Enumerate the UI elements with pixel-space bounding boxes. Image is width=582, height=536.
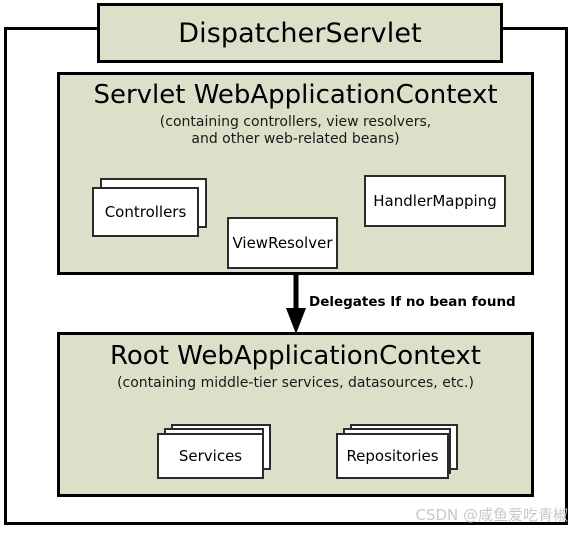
view-resolver-bean-box: ViewResolver (227, 217, 338, 269)
delegation-arrow-label: Delegates If no bean found (309, 294, 516, 310)
handler-mapping-bean-box: HandlerMapping (364, 175, 506, 227)
services-bean-label: Services (157, 433, 264, 479)
controllers-bean-stack: Controllers (92, 178, 210, 240)
servlet-context-subtitle: (containing controllers, view resolvers,… (159, 113, 432, 148)
root-web-application-context-panel: Root WebApplicationContext (containing m… (57, 332, 534, 497)
root-context-subtitle: (containing middle-tier services, dataso… (117, 374, 474, 391)
delegation-arrow-icon (284, 274, 308, 336)
dispatcher-servlet-box: DispatcherServlet (97, 3, 503, 63)
repositories-bean-stack: Repositories (336, 424, 461, 484)
root-context-title: Root WebApplicationContext (110, 341, 481, 371)
csdn-watermark: CSDN @咸鱼爱吃青椒 (415, 506, 568, 524)
dispatcher-servlet-title: DispatcherServlet (178, 17, 422, 49)
dispatcher-servlet-diagram: DispatcherServlet Servlet WebApplication… (0, 0, 582, 536)
repositories-bean-label: Repositories (336, 433, 449, 479)
servlet-context-title: Servlet WebApplicationContext (93, 80, 498, 110)
services-bean-stack: Services (157, 424, 272, 484)
controllers-bean-label: Controllers (92, 187, 199, 237)
